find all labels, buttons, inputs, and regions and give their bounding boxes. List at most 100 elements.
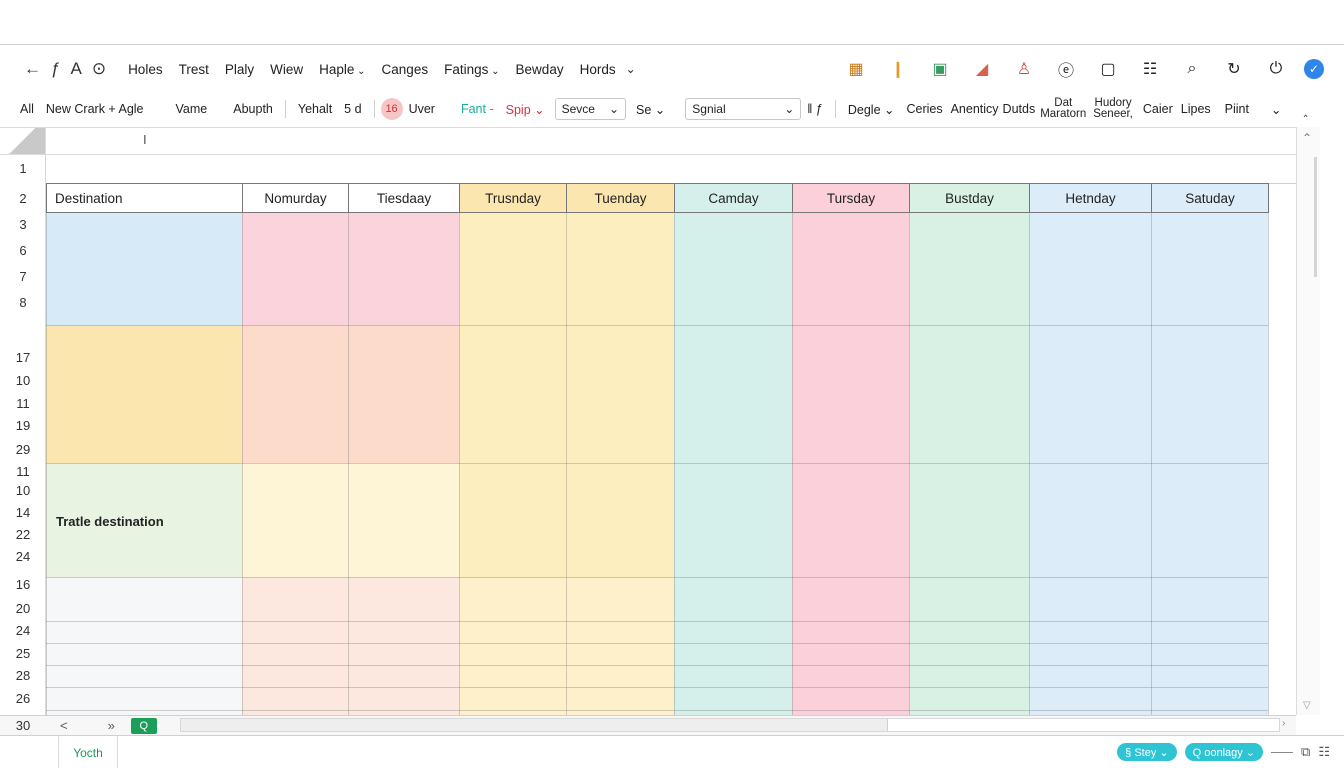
table-grid-icon[interactable]: ▦ xyxy=(842,55,870,83)
column-header-camday[interactable]: Camday xyxy=(674,183,793,213)
oonlagy-chip-button[interactable]: Q oonlagy ⌄ xyxy=(1184,743,1264,761)
back-arrow-icon[interactable]: ← xyxy=(24,59,41,79)
formula-bar[interactable]: I xyxy=(0,127,1296,155)
menu-trest[interactable]: Trest xyxy=(171,62,217,77)
layout-view-icon[interactable]: ☷ xyxy=(1318,744,1330,760)
row-number[interactable]: 2 xyxy=(0,191,46,206)
row-number[interactable]: 7 xyxy=(0,269,46,284)
menu-hords[interactable]: Hords xyxy=(572,62,624,77)
tool-hudory-seneer[interactable]: Hudory Seneer, xyxy=(1089,97,1137,120)
column-header-tiesdaay[interactable]: Tiesdaay xyxy=(348,183,460,213)
tool-vame[interactable]: Vame xyxy=(170,102,214,116)
zoom-slider[interactable] xyxy=(1271,751,1294,753)
function-icon[interactable]: ƒ xyxy=(51,59,60,79)
scroll-right-icon[interactable]: › xyxy=(1282,718,1285,729)
menu-haple[interactable]: Haple xyxy=(311,62,373,77)
row-number[interactable]: 3 xyxy=(0,217,46,232)
stey-chip-button[interactable]: § Stey ⌄ xyxy=(1117,743,1177,761)
vertical-scroll-thumb[interactable] xyxy=(1314,157,1317,277)
collapse-ribbon-icon[interactable]: ‸ xyxy=(1297,102,1313,117)
tool-new-crark[interactable]: New Crark + Agle xyxy=(40,102,150,116)
power-icon[interactable]: ⏻ xyxy=(1262,55,1290,83)
next-sheet-button[interactable]: » xyxy=(108,718,115,733)
color-picker-icon[interactable]: ⊙ xyxy=(92,59,106,79)
account-check-icon[interactable]: ✓ xyxy=(1304,59,1324,79)
column-header-satuday[interactable]: Satuday xyxy=(1151,183,1269,213)
tool-uver[interactable]: Uver xyxy=(403,102,441,116)
row-number[interactable]: 17 xyxy=(0,350,46,365)
spreadsheet-grid[interactable]: 1 2 3 6 7 8 17 10 11 19 29 11 10 14 22 24 16 20 24 25 28 26 D… xyxy=(0,155,1296,715)
column-header-bustday[interactable]: Bustday xyxy=(909,183,1030,213)
tool-fant[interactable]: Fant - xyxy=(455,102,500,116)
sheet-tab-yocth[interactable]: Yocth xyxy=(58,735,118,768)
document-list-icon[interactable]: ☷ xyxy=(1136,55,1164,83)
row-number[interactable]: 1 xyxy=(0,161,46,176)
row-number[interactable]: 10 xyxy=(0,373,46,388)
tool-se-dropdown[interactable]: Se ⌄ xyxy=(630,102,671,117)
traffic-destination-cell[interactable]: Tratle destination xyxy=(56,514,164,529)
page-view-icon[interactable]: ⧉ xyxy=(1301,744,1310,760)
menu-fatings[interactable]: Fatings xyxy=(436,62,507,77)
row-number[interactable]: 25 xyxy=(0,646,46,661)
font-icon[interactable]: A xyxy=(70,59,81,79)
vertical-scrollbar[interactable]: ⌃ ▽ xyxy=(1296,127,1320,715)
tool-all[interactable]: All xyxy=(14,102,40,116)
tool-5d[interactable]: 5 d xyxy=(338,102,367,116)
menu-bewday[interactable]: Bewday xyxy=(508,62,572,77)
menu-wiew[interactable]: Wiew xyxy=(262,62,311,77)
column-header-hetnday[interactable]: Hetnday xyxy=(1029,183,1152,213)
tool-degle-dropdown[interactable]: Degle ⌄ xyxy=(842,102,901,117)
tool-dat-maratorn[interactable]: Dat Maratorn xyxy=(1037,97,1089,120)
row-number[interactable]: 20 xyxy=(0,601,46,616)
refresh-icon[interactable]: ↻ xyxy=(1220,55,1248,83)
font-size-badge[interactable]: 16 xyxy=(380,98,403,120)
boot-icon[interactable]: ◢ xyxy=(968,55,996,83)
search-sheet-button[interactable]: Q xyxy=(130,717,157,734)
tool-anenticy[interactable]: Anenticy xyxy=(949,102,1001,116)
column-header-tuenday[interactable]: Tuenday xyxy=(566,183,675,213)
row-number[interactable]: 16 xyxy=(0,577,46,592)
tool-dutds[interactable]: Dutds xyxy=(1001,102,1038,116)
marker-icon[interactable]: ❙ xyxy=(884,55,912,83)
image-frame-icon[interactable]: ▢ xyxy=(1094,55,1122,83)
toolbar-more-chevron-icon[interactable]: ⌄ xyxy=(1265,102,1287,117)
row-number[interactable]: 19 xyxy=(0,418,46,433)
menu-holes[interactable]: Holes xyxy=(120,62,171,77)
tool-piint[interactable]: Piint xyxy=(1219,102,1255,116)
emoji-icon[interactable]: ⓔ xyxy=(1052,55,1080,83)
column-header-tursday[interactable]: Tursday xyxy=(792,183,910,213)
tool-lipes[interactable]: Lipes xyxy=(1179,102,1213,116)
row-number[interactable]: 8 xyxy=(0,295,46,310)
row-number[interactable]: 10 xyxy=(0,483,46,498)
row-number[interactable]: 29 xyxy=(0,442,46,457)
tool-abupth[interactable]: Abupth xyxy=(227,102,279,116)
tool-spip-dropdown[interactable]: Spip ⌄ xyxy=(500,102,551,117)
row-number[interactable]: 14 xyxy=(0,505,46,520)
horizontal-scrollbar[interactable] xyxy=(180,718,1280,732)
row-number[interactable]: 11 xyxy=(0,396,46,411)
person-icon[interactable]: ♙ xyxy=(1010,55,1038,83)
column-header-trusnday[interactable]: Trusnday xyxy=(459,183,567,213)
row-number[interactable]: 24 xyxy=(0,623,46,638)
more-menu-chevron-icon[interactable]: ⌄ xyxy=(626,62,636,76)
select-all-corner[interactable] xyxy=(0,128,46,154)
align-icons[interactable]: ‖ ƒ xyxy=(801,102,829,116)
menu-plaly[interactable]: Plaly xyxy=(217,62,262,77)
scroll-up-icon[interactable]: ⌃ xyxy=(1302,131,1312,145)
tool-ceries[interactable]: Ceries xyxy=(900,102,948,116)
sevce-select[interactable]: Sevce ⌄ xyxy=(554,98,627,120)
row-number[interactable]: 22 xyxy=(0,527,46,542)
column-header-destination[interactable]: Destination xyxy=(46,183,243,213)
bucket-icon[interactable]: ▣ xyxy=(926,55,954,83)
row-number[interactable]: 6 xyxy=(0,243,46,258)
scroll-down-icon[interactable]: ▽ xyxy=(1303,700,1311,711)
horizontal-scroll-thumb[interactable] xyxy=(887,719,1279,731)
row-number[interactable]: 26 xyxy=(0,691,46,706)
row-number[interactable]: 24 xyxy=(0,549,46,564)
row-number[interactable]: 28 xyxy=(0,668,46,683)
tool-yehalt[interactable]: Yehalt xyxy=(292,102,338,116)
search-icon[interactable]: ⌕ xyxy=(1178,55,1206,83)
row-number[interactable]: 11 xyxy=(0,464,46,479)
menu-canges[interactable]: Canges xyxy=(374,62,437,77)
column-header-nomurday[interactable]: Nomurday xyxy=(242,183,349,213)
